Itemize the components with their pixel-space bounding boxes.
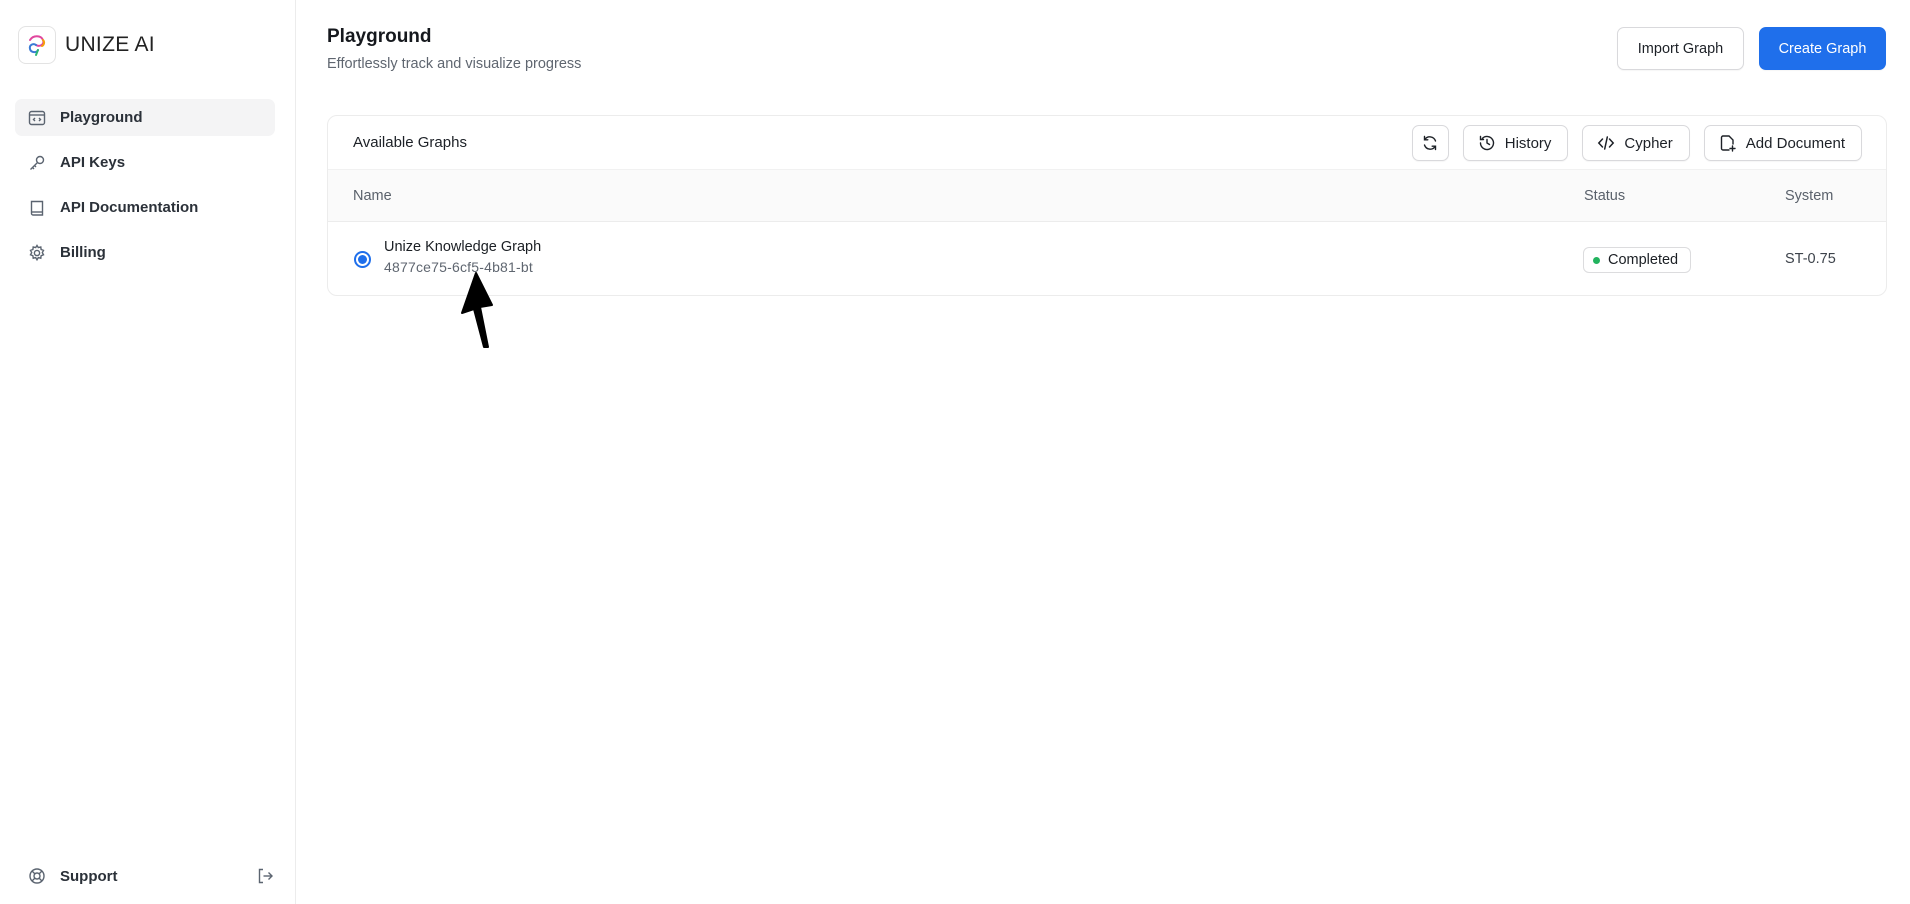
column-header-system: System: [1785, 188, 1834, 204]
page-subtitle: Effortlessly track and visualize progres…: [327, 56, 582, 72]
cypher-button[interactable]: Cypher: [1582, 125, 1690, 161]
radio-selected-dot: [358, 255, 367, 264]
status-dot: [1593, 256, 1600, 264]
add-document-label: Add Document: [1745, 134, 1845, 152]
sidebar-item-api-keys[interactable]: API Keys: [15, 144, 275, 181]
main-content: Playground Effortlessly track and visual…: [297, 0, 1910, 904]
status-badge: Completed: [1583, 247, 1692, 273]
cypher-label: Cypher: [1624, 134, 1673, 152]
sidebar: UNIZE AI Playground API Keys API Documen…: [0, 0, 296, 904]
book-icon: [27, 198, 47, 218]
key-icon: [27, 153, 47, 173]
column-header-status: Status: [1584, 188, 1626, 204]
page-title: Playground: [327, 26, 432, 47]
row-select-radio[interactable]: [354, 251, 371, 268]
sidebar-nav: Playground API Keys API Documentation Bi…: [15, 99, 275, 279]
add-document-button[interactable]: Add Document: [1703, 125, 1862, 161]
system-value: ST-0.75: [1785, 251, 1836, 267]
history-icon: [1478, 134, 1496, 152]
sidebar-footer: Support: [15, 858, 275, 894]
table-header: Name Status System: [328, 169, 1886, 222]
import-graph-button[interactable]: Import Graph: [1617, 27, 1744, 70]
sidebar-item-billing[interactable]: Billing: [15, 234, 275, 271]
playground-icon: [27, 108, 47, 128]
support-label: Support: [60, 867, 118, 885]
history-label: History: [1504, 134, 1552, 152]
sidebar-item-label: Billing: [60, 244, 106, 261]
sidebar-item-label: API Keys: [60, 154, 126, 171]
brand[interactable]: UNIZE AI: [18, 26, 155, 64]
brand-name: UNIZE AI: [65, 33, 155, 56]
sidebar-item-label: API Documentation: [60, 199, 199, 216]
gear-icon: [27, 243, 47, 263]
logout-icon[interactable]: [255, 866, 275, 886]
support-link[interactable]: Support: [27, 866, 118, 886]
add-document-icon: [1719, 134, 1737, 152]
sidebar-item-playground[interactable]: Playground: [15, 99, 275, 136]
sidebar-item-label: Playground: [60, 109, 143, 126]
graph-name: Unize Knowledge Graph: [384, 239, 542, 255]
create-graph-button[interactable]: Create Graph: [1759, 27, 1886, 70]
card-title: Available Graphs: [353, 134, 467, 151]
card-toolbar: History Cypher Add Document: [1411, 125, 1862, 161]
sidebar-item-api-documentation[interactable]: API Documentation: [15, 189, 275, 226]
status-label: Completed: [1608, 252, 1679, 268]
refresh-icon: [1421, 134, 1439, 152]
table-row[interactable]: Unize Knowledge Graph 4877ce75-6cf5-4b81…: [328, 222, 1886, 295]
code-icon: [1597, 134, 1615, 152]
unize-logo-icon: [18, 26, 56, 64]
mouse-cursor-icon: [461, 272, 493, 348]
refresh-button[interactable]: [1411, 125, 1449, 161]
column-header-name: Name: [353, 188, 392, 204]
lifebuoy-icon: [27, 866, 47, 886]
graph-id: 4877ce75-6cf5-4b81-bt: [384, 259, 533, 275]
available-graphs-card: Available Graphs History Cypher Add Docu…: [327, 115, 1887, 296]
history-button[interactable]: History: [1462, 125, 1569, 161]
card-header: Available Graphs History Cypher Add Docu…: [328, 116, 1886, 169]
